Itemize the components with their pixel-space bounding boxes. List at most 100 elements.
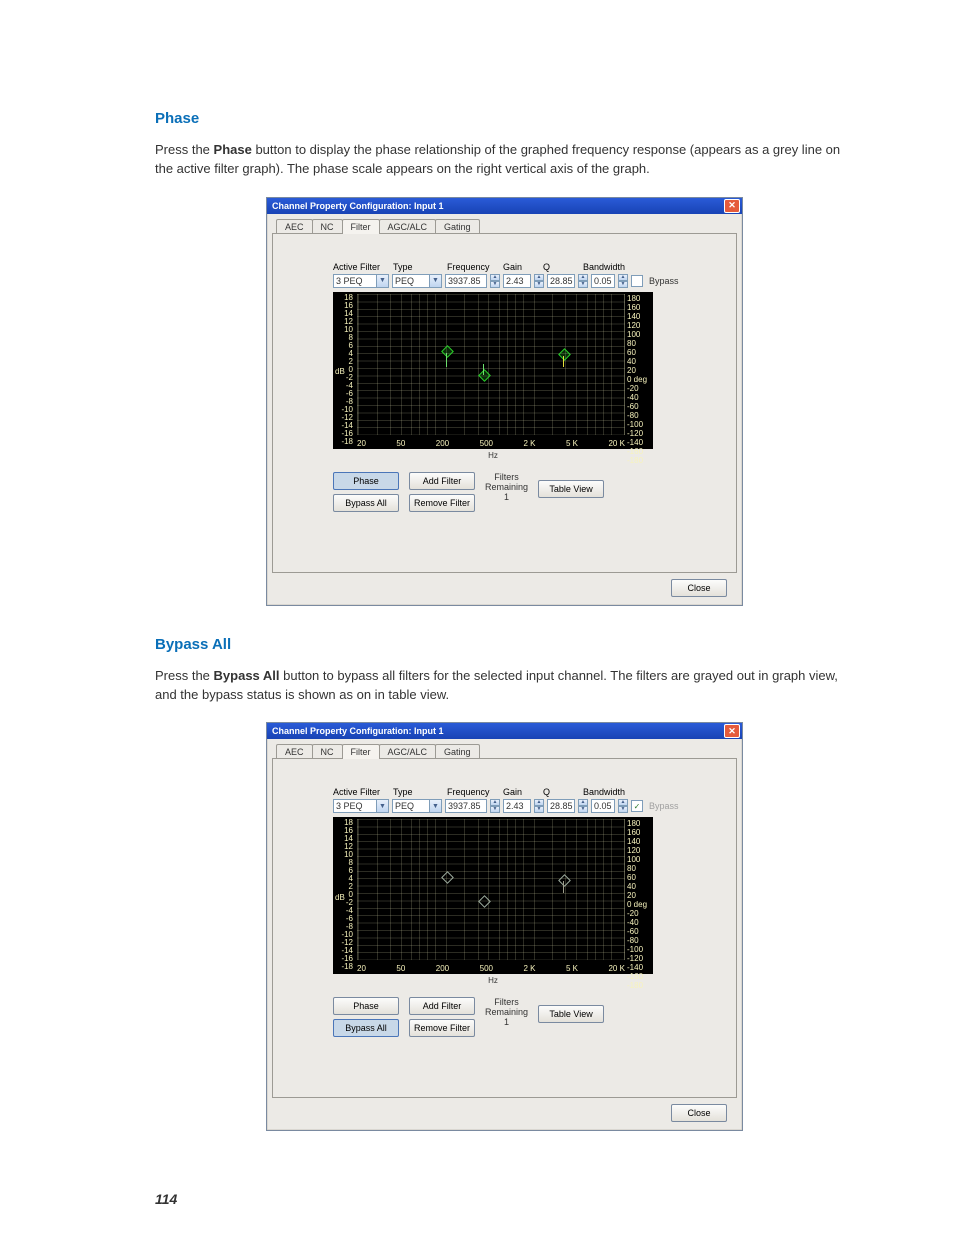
- bypass-all-button[interactable]: Bypass All: [333, 494, 399, 512]
- config-dialog-bypass: Channel Property Configuration: Input 1 …: [266, 722, 743, 1131]
- close-icon[interactable]: ✕: [724, 199, 740, 213]
- remove-filter-button[interactable]: Remove Filter: [409, 1019, 475, 1037]
- type-select[interactable]: PEQ ▼: [392, 799, 442, 813]
- tab-nc[interactable]: NC: [312, 744, 343, 759]
- q-spinner[interactable]: ▲▼: [578, 274, 588, 288]
- titlebar: Channel Property Configuration: Input 1 …: [267, 198, 742, 214]
- page-number: 114: [155, 1191, 854, 1207]
- bandwidth-spinner[interactable]: ▲▼: [618, 274, 628, 288]
- text-bold: Bypass All: [214, 668, 280, 683]
- table-view-button[interactable]: Table View: [538, 480, 604, 498]
- active-filter-select[interactable]: 3 PEQ ▼: [333, 274, 389, 288]
- x-axis-label: Hz: [333, 451, 653, 460]
- table-view-button[interactable]: Table View: [538, 1005, 604, 1023]
- phase-button[interactable]: Phase: [333, 997, 399, 1015]
- x-axis-label: Hz: [333, 976, 653, 985]
- value: PEQ: [395, 276, 414, 286]
- label-bandwidth: Bandwidth: [583, 787, 627, 797]
- filter-graph[interactable]: dB 181614121086420-2-4-6-8-10-12-14-16-1…: [333, 292, 653, 449]
- frequency-input[interactable]: 3937.85: [445, 799, 487, 813]
- filter-panel: Active Filter Type Frequency Gain Q Band…: [272, 233, 737, 573]
- bandwidth-input[interactable]: 0.05: [591, 274, 615, 288]
- frequency-spinner[interactable]: ▲▼: [490, 799, 500, 813]
- label-frequency: Frequency: [447, 262, 499, 272]
- gain-input[interactable]: 2.43: [503, 274, 531, 288]
- label-active-filter: Active Filter: [333, 262, 389, 272]
- label-type: Type: [393, 787, 443, 797]
- tab-gating[interactable]: Gating: [435, 219, 480, 234]
- close-icon[interactable]: ✕: [724, 724, 740, 738]
- bandwidth-input[interactable]: 0.05: [591, 799, 615, 813]
- label-q: Q: [543, 787, 579, 797]
- label-gain: Gain: [503, 787, 539, 797]
- frequency-input[interactable]: 3937.85: [445, 274, 487, 288]
- chevron-down-icon: ▼: [376, 800, 388, 812]
- close-button[interactable]: Close: [671, 579, 727, 597]
- bypass-all-button[interactable]: Bypass All: [333, 1019, 399, 1037]
- tab-agcalc[interactable]: AGC/ALC: [379, 219, 437, 234]
- tab-aec[interactable]: AEC: [276, 219, 313, 234]
- y-axis-left: 181614121086420-2-4-6-8-10-12-14-16-18: [335, 294, 353, 435]
- window-title: Channel Property Configuration: Input 1: [272, 726, 444, 736]
- label-bandwidth: Bandwidth: [583, 262, 627, 272]
- titlebar: Channel Property Configuration: Input 1 …: [267, 723, 742, 739]
- add-filter-button[interactable]: Add Filter: [409, 472, 475, 490]
- value: 3 PEQ: [336, 801, 363, 811]
- q-spinner[interactable]: ▲▼: [578, 799, 588, 813]
- label-q: Q: [543, 262, 579, 272]
- chevron-down-icon: ▼: [376, 275, 388, 287]
- label-type: Type: [393, 262, 443, 272]
- filters-remaining-label: Filters Remaining: [485, 472, 528, 492]
- filters-remaining-value: 1: [504, 492, 509, 502]
- tab-agcalc[interactable]: AGC/ALC: [379, 744, 437, 759]
- text-bold: Phase: [214, 142, 252, 157]
- tab-nc[interactable]: NC: [312, 219, 343, 234]
- label-frequency: Frequency: [447, 787, 499, 797]
- label-gain: Gain: [503, 262, 539, 272]
- value: PEQ: [395, 801, 414, 811]
- filter-panel: Active Filter Type Frequency Gain Q Band…: [272, 758, 737, 1098]
- tab-aec[interactable]: AEC: [276, 744, 313, 759]
- q-input[interactable]: 28.85: [547, 274, 575, 288]
- value: 3 PEQ: [336, 276, 363, 286]
- frequency-spinner[interactable]: ▲▼: [490, 274, 500, 288]
- close-button[interactable]: Close: [671, 1104, 727, 1122]
- filters-remaining-value: 1: [504, 1017, 509, 1027]
- remove-filter-button[interactable]: Remove Filter: [409, 494, 475, 512]
- bandwidth-spinner[interactable]: ▲▼: [618, 799, 628, 813]
- add-filter-button[interactable]: Add Filter: [409, 997, 475, 1015]
- tab-gating[interactable]: Gating: [435, 744, 480, 759]
- phase-button[interactable]: Phase: [333, 472, 399, 490]
- chevron-down-icon: ▼: [429, 800, 441, 812]
- chevron-down-icon: ▼: [429, 275, 441, 287]
- type-select[interactable]: PEQ ▼: [392, 274, 442, 288]
- gain-input[interactable]: 2.43: [503, 799, 531, 813]
- gain-spinner[interactable]: ▲▼: [534, 274, 544, 288]
- y-axis-right: 180160140120100806040200 deg-20-40-60-80…: [627, 819, 651, 960]
- tab-filter[interactable]: Filter: [342, 744, 380, 759]
- label-active-filter: Active Filter: [333, 787, 389, 797]
- tab-filter[interactable]: Filter: [342, 219, 380, 234]
- x-axis: 20502005002 K5 K20 K: [357, 439, 625, 448]
- bypass-paragraph: Press the Bypass All button to bypass al…: [155, 667, 854, 705]
- tab-strip: AEC NC Filter AGC/ALC Gating: [276, 219, 737, 234]
- filter-graph[interactable]: dB 181614121086420-2-4-6-8-10-12-14-16-1…: [333, 817, 653, 974]
- filters-remaining-label: Filters Remaining: [485, 997, 528, 1017]
- y-axis-right: 180160140120100806040200 deg-20-40-60-80…: [627, 294, 651, 435]
- x-axis: 20502005002 K5 K20 K: [357, 964, 625, 973]
- y-axis-left: 181614121086420-2-4-6-8-10-12-14-16-18: [335, 819, 353, 960]
- bypass-heading: Bypass All: [155, 636, 854, 653]
- phase-paragraph: Press the Phase button to display the ph…: [155, 141, 854, 179]
- active-filter-select[interactable]: 3 PEQ ▼: [333, 799, 389, 813]
- text: Press the: [155, 142, 214, 157]
- phase-heading: Phase: [155, 110, 854, 127]
- bypass-label: Bypass: [649, 276, 679, 286]
- text: Press the: [155, 668, 214, 683]
- config-dialog-phase: Channel Property Configuration: Input 1 …: [266, 197, 743, 606]
- text: button to display the phase relationship…: [155, 142, 840, 176]
- window-title: Channel Property Configuration: Input 1: [272, 201, 444, 211]
- bypass-checkbox[interactable]: ✓: [631, 800, 643, 812]
- bypass-checkbox[interactable]: [631, 275, 643, 287]
- q-input[interactable]: 28.85: [547, 799, 575, 813]
- gain-spinner[interactable]: ▲▼: [534, 799, 544, 813]
